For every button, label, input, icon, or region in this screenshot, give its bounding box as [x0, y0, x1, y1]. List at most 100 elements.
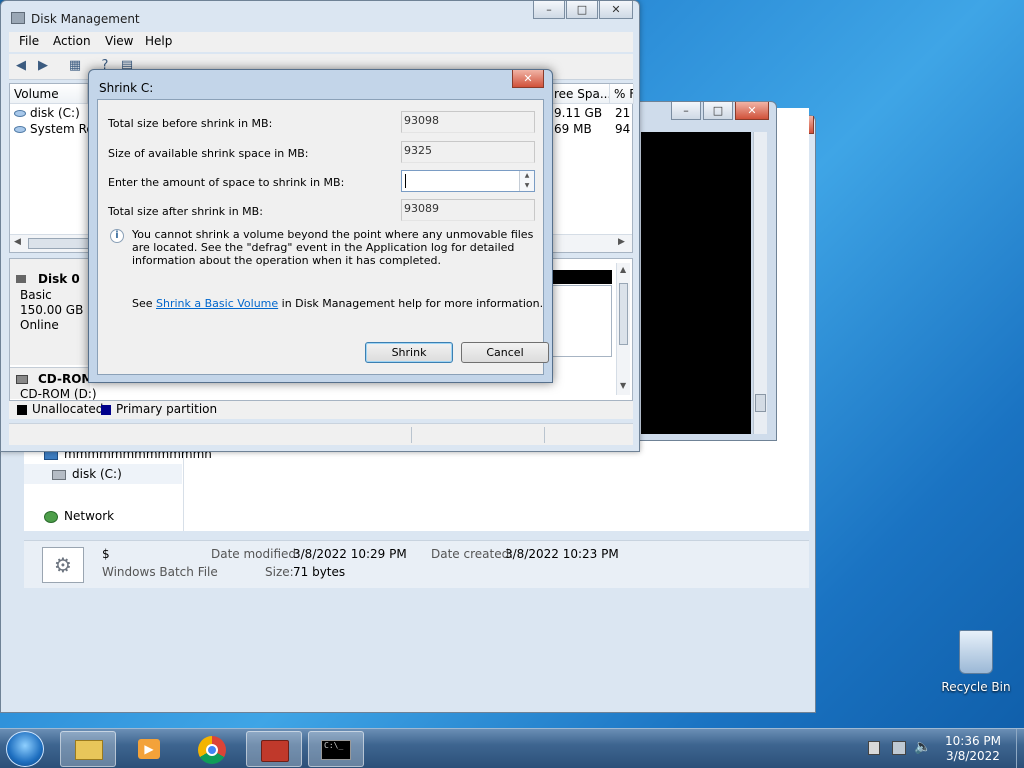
disk0-size: 150.00 GB [20, 303, 84, 317]
close-button[interactable]: ✕ [599, 1, 633, 19]
volume-name: disk (C:) [30, 106, 80, 120]
taskbar-media-player[interactable]: ▶ [122, 731, 178, 767]
volume-icon [14, 110, 26, 117]
horizontal-scroll-thumb[interactable] [28, 238, 92, 249]
taskbar-explorer[interactable] [60, 731, 116, 767]
disk-icon [16, 275, 26, 283]
scroll-left-icon[interactable]: ◀ [14, 237, 21, 247]
taskbar-cmd[interactable]: C:\_ [308, 731, 364, 767]
shrink-button[interactable]: Shrink [365, 342, 453, 363]
free-space-c: 9.11 GB [554, 106, 603, 120]
menu-view[interactable]: View [105, 34, 133, 48]
free-space-system: 69 MB [554, 122, 592, 136]
size-label: Size: [265, 565, 294, 579]
volume-row-c[interactable]: disk (C:) [14, 106, 94, 120]
chrome-center-icon [206, 744, 218, 756]
show-desktop-button[interactable] [1016, 729, 1024, 768]
show-hide-tree-icon[interactable]: ▦ [67, 58, 83, 74]
clock-time: 10:36 PM [945, 734, 1001, 748]
maximize-button[interactable]: □ [566, 1, 598, 19]
cdrom-icon [16, 375, 28, 384]
nav-item-network[interactable]: Network [44, 506, 114, 526]
start-button[interactable] [6, 731, 44, 767]
available-label: Size of available shrink space in MB: [108, 147, 309, 160]
cdrom-info[interactable]: CD-ROM 0 CD-ROM (D:) [10, 367, 106, 401]
file-type: Windows Batch File [102, 565, 218, 579]
disk0-type: Basic [20, 288, 52, 302]
primary-partition-swatch [101, 405, 111, 415]
date-created-value: 3/8/2022 10:23 PM [505, 547, 619, 561]
status-bar [9, 423, 633, 445]
nav-item-disk-c[interactable]: disk (C:) [24, 464, 182, 484]
clock-date: 3/8/2022 [946, 749, 1000, 763]
shrink-amount-input[interactable]: ▲ ▼ [401, 170, 535, 192]
network-icon [44, 510, 58, 523]
total-after-value: 93089 [401, 199, 535, 221]
scroll-down-icon[interactable]: ▼ [620, 381, 626, 390]
spin-up-icon[interactable]: ▲ [519, 171, 534, 181]
network-tray-icon[interactable] [892, 741, 906, 755]
taskbar-chrome[interactable] [184, 731, 240, 767]
system-clock[interactable]: 10:36 PM 3/8/2022 [930, 734, 1016, 764]
graph-vertical-scrollbar[interactable]: ▲ ▼ [616, 263, 630, 395]
disk0-partition-box[interactable] [552, 285, 612, 357]
nav-item-label: disk (C:) [72, 467, 122, 481]
percent-free-system: 94 [615, 122, 631, 136]
help-line-prefix: See [132, 297, 157, 310]
minimize-button[interactable]: – [533, 1, 565, 19]
column-free-space[interactable]: ree Spa... [550, 84, 610, 104]
column-percent-free[interactable]: % F [610, 84, 634, 104]
total-before-value: 93098 [401, 111, 535, 133]
size-value: 71 bytes [293, 565, 346, 579]
dialog-close-button[interactable]: ✕ [512, 70, 544, 88]
help-line: See Shrink a Basic Volume in Disk Manage… [132, 297, 543, 310]
disk0-info[interactable]: Disk 0 Basic 150.00 GB Online [10, 259, 90, 365]
back-arrow-icon[interactable]: ◀ [13, 58, 29, 74]
folder-icon [75, 740, 103, 760]
cmd-icon: C:\_ [321, 740, 351, 760]
status-divider [544, 427, 545, 443]
action-center-flag-icon[interactable] [868, 741, 880, 755]
file-name: $ [102, 547, 110, 561]
volume-icon[interactable]: 🔈 [914, 739, 931, 755]
menu-file[interactable]: File [19, 34, 39, 48]
menu-help[interactable]: Help [145, 34, 172, 48]
cmd-console-area[interactable] [641, 132, 751, 434]
scroll-up-icon[interactable]: ▲ [620, 265, 626, 274]
scroll-right-icon[interactable]: ▶ [618, 237, 625, 247]
dialog-title: Shrink C: [99, 81, 154, 95]
amount-label: Enter the amount of space to shrink in M… [108, 176, 345, 189]
cdrom-drive: CD-ROM (D:) [20, 387, 97, 401]
taskbar: ▶ C:\_ 🔈 10:36 PM 3/8/2022 [0, 728, 1024, 768]
menu-action[interactable]: Action [53, 34, 91, 48]
spin-down-icon[interactable]: ▼ [519, 181, 534, 191]
gear-file-icon: ⚙ [42, 547, 84, 583]
percent-free-c: 21 [615, 106, 631, 120]
info-icon: i [110, 229, 124, 243]
cmd-scroll-thumb[interactable] [755, 394, 766, 412]
column-volume[interactable]: Volume [10, 84, 88, 104]
cancel-button[interactable]: Cancel [461, 342, 549, 363]
cmd-close-button[interactable]: ✕ [735, 102, 769, 120]
shrink-help-link[interactable]: Shrink a Basic Volume [156, 297, 278, 310]
date-created-label: Date created: [431, 547, 514, 561]
cmd-minimize-button[interactable]: – [671, 102, 701, 120]
date-modified-value: 3/8/2022 10:29 PM [293, 547, 407, 561]
disk0-unallocated-bar[interactable] [552, 270, 612, 284]
disk-management-icon [11, 12, 25, 24]
recycle-bin-icon [959, 630, 993, 674]
disk0-name: Disk 0 [38, 272, 80, 286]
volume-icon [14, 126, 26, 133]
forward-arrow-icon[interactable]: ▶ [35, 58, 51, 74]
info-text: You cannot shrink a volume beyond the po… [132, 228, 534, 267]
cmd-maximize-button[interactable]: □ [703, 102, 733, 120]
taskbar-disk-management[interactable] [246, 731, 302, 767]
volume-row-system[interactable]: System Res [14, 122, 94, 136]
drive-icon [52, 469, 66, 480]
window-title: Disk Management [31, 12, 140, 26]
legend-unallocated: Unallocated [32, 402, 104, 416]
date-modified-label: Date modified: [211, 547, 301, 561]
recycle-bin[interactable]: Recycle Bin [940, 630, 1012, 694]
cmd-scrollbar[interactable] [753, 132, 767, 434]
graph-scroll-thumb[interactable] [619, 283, 628, 345]
